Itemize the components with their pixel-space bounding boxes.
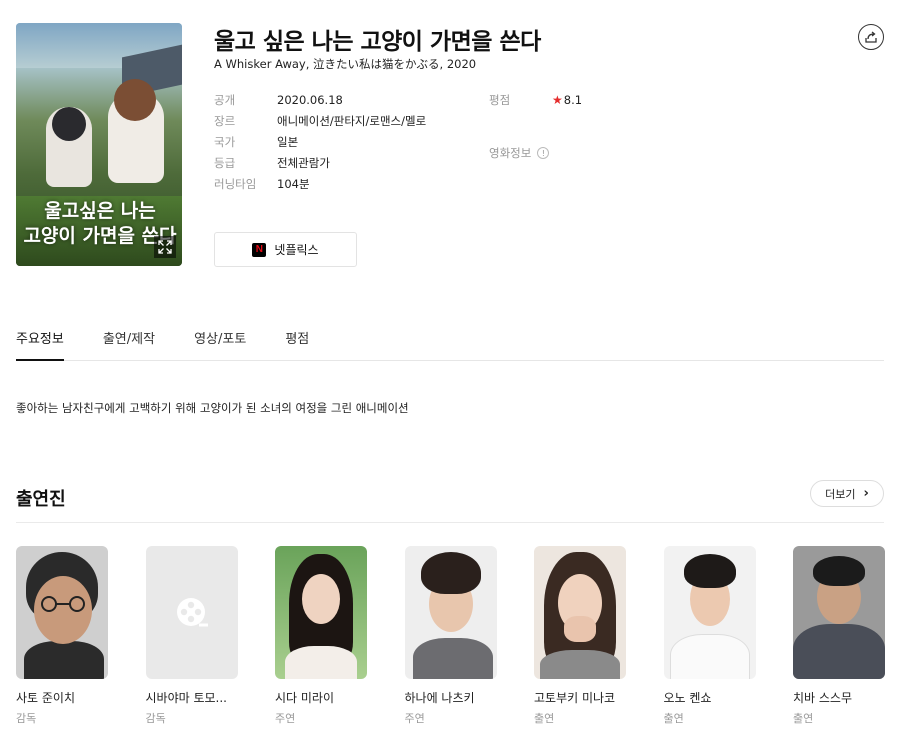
meta-key: 공개 (214, 92, 236, 107)
cast-photo[interactable] (404, 546, 497, 679)
movie-info-link[interactable]: 영화정보 ! (489, 145, 550, 161)
more-label: 더보기 (825, 487, 856, 501)
expand-button[interactable] (154, 236, 176, 258)
cast-card[interactable]: 고토부키 미나코 출연 (534, 546, 626, 726)
cast-role: 감독 (16, 712, 37, 725)
meta-value: 일본 (277, 134, 299, 149)
cast-name[interactable]: 오노 켄쇼 (664, 689, 756, 706)
film-reel-icon (176, 597, 208, 626)
meta-row-runtime: 러닝타임 104분 (214, 173, 426, 194)
photo-hair (420, 552, 481, 594)
photo-body (540, 650, 620, 679)
meta-value: 2020.06.18 (277, 92, 343, 107)
photo-body (285, 646, 357, 679)
poster-title-line1: 울고싶은 나는 (44, 200, 156, 222)
info-icon[interactable]: ! (537, 147, 550, 159)
movie-title: 울고 싶은 나는 고양이 가면을 쓴다 (214, 29, 541, 55)
cast-role: 주연 (404, 712, 425, 725)
cast-photo[interactable] (16, 546, 108, 679)
movie-info-label: 영화정보 (489, 146, 532, 160)
photo-body (412, 638, 493, 679)
photo-body (24, 641, 104, 679)
movie-poster[interactable]: 울고싶은 나는 고양이 가면을 쓴다 (16, 23, 182, 266)
tab-video-photo[interactable]: 영상/포토 (194, 320, 246, 360)
cast-card[interactable]: 치바 스스무 출연 (793, 546, 885, 726)
synopsis: 좋아하는 남자친구에게 고백하기 위해 고양이가 된 소녀의 여정을 그린 애니… (16, 401, 409, 415)
photo-face (302, 574, 340, 624)
share-button[interactable] (858, 24, 884, 50)
cast-card[interactable]: 시다 미라이 주연 (275, 546, 367, 726)
cast-heading: 출연진 (16, 489, 66, 510)
more-button[interactable]: 더보기 › (810, 480, 884, 507)
cast-card[interactable]: 시바야마 토모... 감독 (145, 546, 238, 726)
meta-value: 애니메이션/판타지/로맨스/멜로 (277, 113, 427, 128)
cast-name[interactable]: 치바 스스무 (793, 689, 885, 706)
cast-card[interactable]: 사토 준이치 감독 (16, 546, 108, 726)
chevron-right-icon: › (863, 486, 869, 501)
meta-key: 등급 (214, 155, 236, 170)
share-icon (865, 31, 877, 43)
tab-reviews[interactable]: 평점 (285, 320, 309, 360)
meta-row-grade: 등급 전체관람가 (214, 152, 426, 173)
meta-row-country: 국가 일본 (214, 131, 426, 152)
cast-name[interactable]: 시다 미라이 (275, 689, 367, 706)
meta-key: 국가 (214, 134, 236, 149)
rating-value: 8.1 (563, 92, 583, 107)
star-icon: ★ (552, 92, 563, 107)
rating-row: 평점 ★ 8.1 (489, 89, 582, 110)
cast-role: 감독 (145, 712, 166, 725)
movie-meta: 공개 2020.06.18 장르 애니메이션/판타지/로맨스/멜로 국가 일본 … (214, 89, 426, 194)
movie-subtitle: A Whisker Away, 泣きたい私は猫をかぶる, 2020 (214, 57, 477, 71)
poster-girl-head (114, 79, 156, 121)
cast-list: 사토 준이치 감독 시바야마 토모... 감독 시다 미라이 주연 하나에 나츠… (16, 546, 885, 726)
cast-photo[interactable] (534, 546, 626, 679)
meta-key: 러닝타임 (214, 176, 257, 191)
cast-role: 출연 (534, 712, 555, 725)
photo-hand (564, 616, 596, 642)
rating-key: 평점 (489, 92, 511, 107)
cast-name[interactable]: 시바야마 토모... (146, 689, 238, 706)
photo-body (669, 634, 750, 679)
netflix-label: 넷플릭스 (274, 243, 319, 257)
netflix-button[interactable]: N 넷플릭스 (214, 232, 357, 267)
meta-key: 장르 (214, 113, 236, 128)
netflix-logo-icon: N (252, 242, 267, 257)
cast-name[interactable]: 고토부키 미나코 (534, 689, 626, 706)
cast-role: 주연 (275, 712, 296, 725)
meta-row-genre: 장르 애니메이션/판타지/로맨스/멜로 (214, 110, 426, 131)
glasses-icon (41, 596, 85, 612)
cast-photo-placeholder[interactable] (145, 546, 238, 679)
tab-cast-crew[interactable]: 출연/제작 (103, 320, 155, 360)
photo-hair (683, 554, 736, 588)
cast-name[interactable]: 사토 준이치 (16, 689, 108, 706)
photo-body (793, 624, 885, 679)
cast-role: 출연 (793, 712, 814, 725)
poster-boy-head (52, 107, 86, 141)
cast-photo[interactable] (275, 546, 367, 679)
cast-name[interactable]: 하나에 나츠키 (405, 689, 497, 706)
meta-value: 104분 (277, 176, 310, 191)
cast-photo[interactable] (663, 546, 756, 679)
meta-row-release: 공개 2020.06.18 (214, 89, 426, 110)
cast-card[interactable]: 하나에 나츠키 주연 (404, 546, 497, 726)
tab-bar: 주요정보 출연/제작 영상/포토 평점 (16, 320, 884, 361)
cast-photo[interactable] (793, 546, 885, 679)
tab-main-info[interactable]: 주요정보 (16, 320, 64, 361)
cast-card[interactable]: 오노 켄쇼 출연 (663, 546, 756, 726)
expand-icon (158, 240, 172, 254)
meta-value: 전체관람가 (277, 155, 330, 170)
photo-hair (813, 556, 865, 586)
cast-role: 출연 (663, 712, 684, 725)
cast-divider (16, 522, 884, 523)
